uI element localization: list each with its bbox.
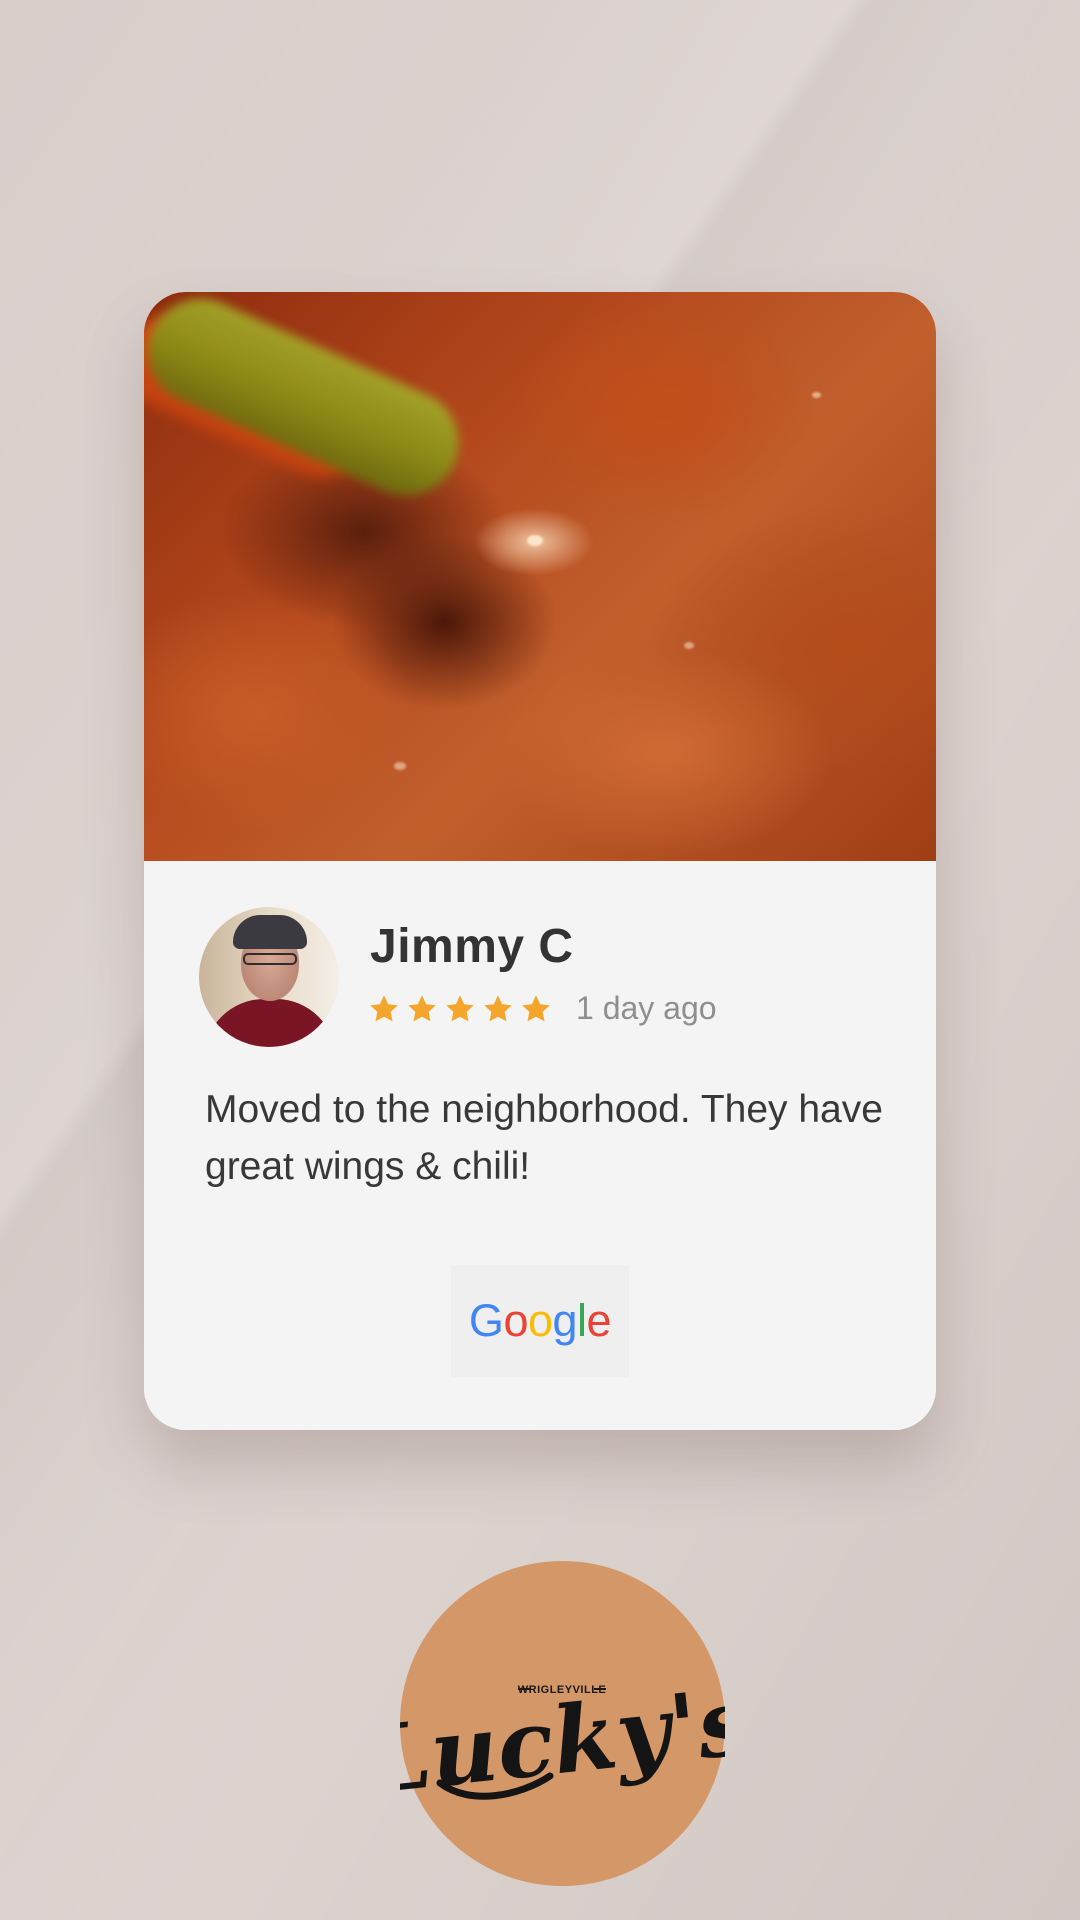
glaze-highlight: [527, 535, 543, 546]
food-photo: [144, 292, 936, 861]
reviewer-name: Jimmy C: [370, 920, 574, 973]
glaze-highlight: [394, 762, 406, 770]
star-icon: [408, 995, 436, 1022]
review-timestamp: 1 day ago: [576, 990, 717, 1026]
star-icon: [446, 995, 474, 1022]
star-icon: [522, 995, 550, 1022]
reviewer-avatar: [199, 907, 339, 1047]
review-text: Moved to the neighborhood. They have gre…: [205, 1088, 883, 1188]
luckys-logo-icon: WRIGLEYVILLE Lucky's: [400, 1667, 725, 1815]
review-body: Jimmy C 1 day ago Moved to the neighborh…: [144, 861, 936, 1430]
star-icon: [370, 995, 398, 1022]
brand-logo: WRIGLEYVILLE Lucky's: [400, 1561, 725, 1886]
review-card: Jimmy C 1 day ago Moved to the neighborh…: [144, 292, 936, 1430]
glaze-highlight: [812, 392, 821, 398]
google-logo: Google: [451, 1265, 629, 1377]
star-rating: [368, 993, 552, 1029]
svg-text:Lucky's: Lucky's: [400, 1667, 725, 1815]
star-icon: [484, 995, 512, 1022]
glaze-highlight: [684, 642, 694, 649]
celery-stick: [144, 292, 476, 513]
